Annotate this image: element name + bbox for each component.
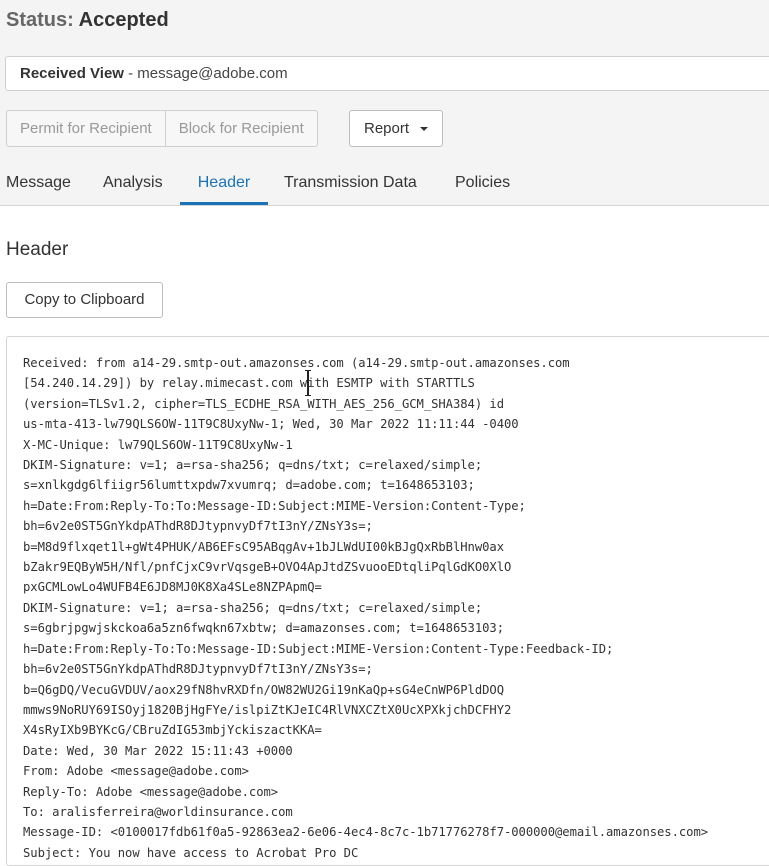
message-detail-header: Status: Accepted Received View - message…	[0, 0, 769, 206]
received-view-address: message@adobe.com	[137, 65, 288, 82]
tab-message[interactable]: Message	[6, 165, 76, 205]
header-line: Received: from a14-29.smtp-out.amazonses…	[23, 356, 570, 370]
header-line: s=6gbrjpgwjskckoa6a5zn6fwqkn67xbtw; d=am…	[23, 621, 504, 636]
header-line: DKIM-Signature: v=1; a=rsa-sha256; q=dns…	[23, 600, 483, 615]
header-line: From: Adobe <message@adobe.com>	[23, 764, 249, 779]
status-value: Accepted	[78, 9, 169, 31]
report-dropdown-button[interactable]: Report	[349, 110, 443, 147]
copy-to-clipboard-button[interactable]: Copy to Clipboard	[6, 282, 163, 318]
section-title: Header	[6, 239, 69, 260]
header-line: h=Date:From:Reply-To:To:Message-ID:Subje…	[23, 498, 526, 513]
header-text-box[interactable]: Received: from a14-29.smtp-out.amazonses…	[6, 336, 769, 866]
header-line: mmws9NoRUY69ISOyj1820BjHgFYe/islpiZtKJeI…	[23, 702, 512, 717]
block-for-recipient-button[interactable]: Block for Recipient	[164, 111, 317, 146]
header-line: Subject: You now have access to Acrobat …	[23, 845, 359, 860]
tab-analysis[interactable]: Analysis	[103, 165, 173, 205]
header-line: b=Q6gDQ/VecuGVDUV/aox29fN8hvRXDfn/OW82WU…	[23, 682, 504, 697]
status-label: Status:	[6, 9, 74, 31]
header-line: To: aralisferreira@worldinsurance.com	[23, 804, 293, 819]
received-view-bar: Received View - message@adobe.com	[5, 56, 769, 91]
status-heading: Status: Accepted	[6, 9, 169, 32]
header-line: bZakr9EQByW5H/Nfl/pnfCjxC9vrVqsgeB+OVO4A…	[23, 560, 512, 575]
tab-header[interactable]: Header	[180, 165, 268, 205]
header-line: Message-ID: <0100017fdb61f0a5-92863ea2-6…	[23, 825, 709, 840]
header-line: b=M8d9flxqet1l+gWt4PHUK/AB6EFsC95ABqgAv+…	[23, 539, 504, 554]
received-view-separator: -	[123, 65, 138, 82]
header-line: Reply-To: Adobe <message@adobe.com>	[23, 784, 279, 799]
text-cursor-icon	[305, 370, 311, 396]
header-line: DKIM-Signature: v=1; a=rsa-sha256; q=dns…	[23, 458, 483, 473]
header-line: bh=6v2e0ST5GnYkdpAThdR8DJtypnvyDf7tI3nY/…	[23, 519, 373, 534]
header-line: pxGCMLowLo4WUFB4E6JD8MJ0K8Xa4SLe8NZPApmQ…	[23, 580, 322, 595]
permit-for-recipient-button[interactable]: Permit for Recipient	[7, 111, 165, 146]
tab-transmission-data[interactable]: Transmission Data	[284, 165, 434, 205]
header-line: [54.240.14.29]) by relay.mimecast.com wi…	[23, 376, 475, 391]
header-line: s=xnlkgdg6lfiigr56lumttxpdw7xvumrq; d=ad…	[23, 478, 475, 493]
header-line: (version=TLSv1.2, cipher=TLS_ECDHE_RSA_W…	[23, 396, 504, 411]
header-line: bh=6v2e0ST5GnYkdpAThdR8DJtypnvyDf7tI3nY/…	[23, 662, 373, 677]
tab-policies[interactable]: Policies	[455, 165, 525, 205]
header-line: X4sRyIXb9BYKcG/CBruZdIG53mbjYckiszactKKA…	[23, 723, 322, 738]
report-label: Report	[364, 120, 410, 137]
header-line: h=Date:From:Reply-To:To:Message-ID:Subje…	[23, 641, 614, 656]
received-view-title: Received View	[20, 65, 124, 82]
recipient-action-group: Permit for Recipient Block for Recipient	[6, 110, 318, 147]
caret-down-icon	[420, 127, 428, 131]
header-line: Date: Wed, 30 Mar 2022 15:11:43 +0000	[23, 743, 293, 758]
header-line: us-mta-413-lw79QLS6OW-11T9C8UxyNw-1; Wed…	[23, 417, 519, 432]
header-line: X-MC-Unique: lw79QLS6OW-11T9C8UxyNw-1	[23, 437, 293, 452]
